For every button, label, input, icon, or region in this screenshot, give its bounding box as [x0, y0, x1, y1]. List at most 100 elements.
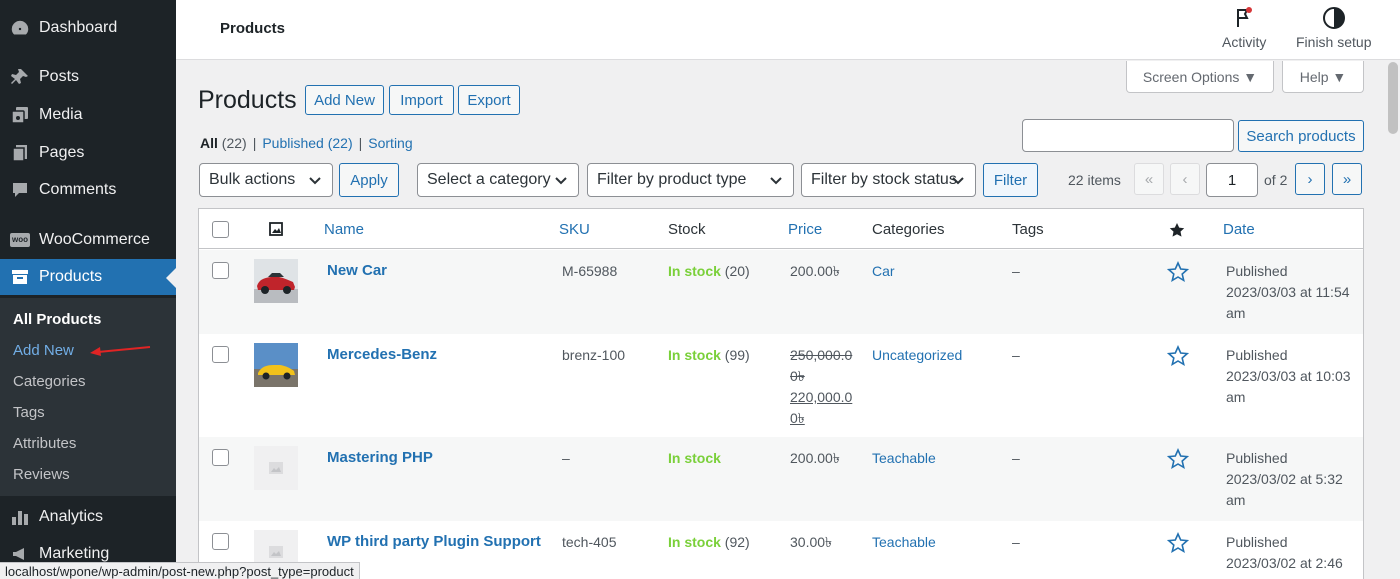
filter-button[interactable]: Filter: [983, 163, 1038, 197]
row-checkbox[interactable]: [212, 449, 229, 466]
category-value: Select a category: [427, 171, 551, 188]
product-type-select[interactable]: Filter by product type: [587, 163, 794, 197]
column-name[interactable]: Name: [324, 221, 364, 238]
submenu-all-products[interactable]: All Products: [13, 311, 101, 328]
finish-setup-button[interactable]: Finish setup: [1296, 6, 1371, 50]
menu-comments[interactable]: Comments: [0, 172, 176, 208]
separator: |: [252, 135, 257, 151]
menu-dashboard-label: Dashboard: [39, 19, 118, 36]
next-page-button[interactable]: ›: [1295, 163, 1325, 195]
status-all-count: (22): [221, 135, 247, 151]
status-filter-links: All (22) | Published (22) | Sorting: [200, 135, 413, 151]
star-outline-icon[interactable]: [1167, 261, 1189, 283]
menu-posts-label: Posts: [39, 68, 80, 85]
price-cell: 30.00৳: [790, 534, 833, 550]
browser-status-url: localhost/wpone/wp-admin/post-new.php?po…: [0, 562, 360, 579]
menu-posts[interactable]: Posts: [0, 59, 176, 95]
woocommerce-header: Products Activity Finish setup: [176, 0, 1400, 60]
pages-icon: [9, 142, 31, 164]
status-published-count: (22): [327, 135, 353, 151]
scrollbar-thumb[interactable]: [1388, 62, 1398, 134]
menu-media[interactable]: Media: [0, 97, 176, 133]
archive-icon: [9, 266, 31, 288]
image-placeholder-icon: [269, 546, 283, 558]
category-link[interactable]: Teachable: [872, 532, 936, 553]
activity-button[interactable]: Activity: [1222, 6, 1266, 50]
menu-pages[interactable]: Pages: [0, 135, 176, 171]
last-page-button[interactable]: »: [1332, 163, 1362, 195]
export-button[interactable]: Export: [458, 85, 520, 115]
activity-label: Activity: [1222, 34, 1267, 50]
tags-cell: –: [1012, 534, 1020, 550]
add-new-button[interactable]: Add New: [305, 85, 384, 115]
submenu-add-new[interactable]: Add New: [13, 342, 74, 359]
product-thumbnail[interactable]: [254, 259, 298, 303]
date-cell: Published 2023/03/02 at 2:46: [1226, 534, 1343, 571]
dashboard-icon: [9, 17, 31, 39]
menu-analytics[interactable]: Analytics: [0, 499, 176, 535]
sorting-link[interactable]: Sorting: [368, 135, 412, 151]
bar-chart-icon: [9, 506, 31, 528]
row-checkbox[interactable]: [212, 346, 229, 363]
star-outline-icon[interactable]: [1167, 448, 1189, 470]
first-page-button[interactable]: «: [1134, 163, 1164, 195]
product-type-value: Filter by product type: [597, 171, 747, 188]
menu-woocommerce[interactable]: woo WooCommerce: [0, 222, 176, 258]
items-count: 22 items: [1068, 172, 1121, 188]
menu-marketing-label: Marketing: [39, 545, 110, 562]
search-products-button[interactable]: Search products: [1238, 120, 1364, 152]
product-name-link[interactable]: WP third party Plugin Support: [327, 533, 541, 550]
submenu-tags[interactable]: Tags: [13, 404, 45, 421]
bulk-actions-select[interactable]: Bulk actions: [199, 163, 333, 197]
sku-cell: –: [562, 450, 570, 466]
status-all-link[interactable]: All: [200, 135, 218, 151]
column-sku[interactable]: SKU: [559, 221, 590, 238]
table-row: WP third party Plugin Support tech-405 I…: [199, 521, 1363, 579]
products-table: Name SKU Stock Price Categories Tags Dat…: [198, 208, 1364, 579]
row-checkbox[interactable]: [212, 262, 229, 279]
column-date[interactable]: Date: [1223, 221, 1255, 238]
submenu-reviews[interactable]: Reviews: [13, 466, 70, 483]
product-search-input[interactable]: [1022, 119, 1234, 152]
prev-page-button[interactable]: ‹: [1170, 163, 1200, 195]
category-link[interactable]: Uncategorized: [872, 345, 962, 366]
bulk-actions-value: Bulk actions: [209, 171, 296, 188]
stock-status-select[interactable]: Filter by stock status: [801, 163, 976, 197]
sku-cell: M-65988: [562, 263, 618, 279]
sku-cell: tech-405: [562, 534, 617, 550]
submenu-categories[interactable]: Categories: [13, 373, 86, 390]
product-thumbnail[interactable]: [254, 343, 298, 387]
page-scrollbar[interactable]: [1386, 60, 1400, 579]
image-icon: [269, 222, 283, 236]
import-button[interactable]: Import: [389, 85, 454, 115]
menu-dashboard[interactable]: Dashboard: [0, 10, 176, 46]
star-outline-icon[interactable]: [1167, 345, 1189, 367]
product-name-link[interactable]: New Car: [327, 262, 387, 279]
table-row: Mastering PHP – In stock 200.00৳ Teachab…: [199, 437, 1363, 521]
menu-products[interactable]: Products: [0, 259, 176, 295]
column-price[interactable]: Price: [788, 221, 822, 238]
current-page-input[interactable]: 1: [1206, 163, 1258, 197]
status-published-link[interactable]: Published: [262, 135, 324, 151]
column-stock: Stock: [668, 221, 706, 238]
screen-options-tab[interactable]: Screen Options ▼: [1126, 61, 1274, 93]
date-cell: Published 2023/03/02 at 5:32 am: [1226, 450, 1343, 508]
row-checkbox[interactable]: [212, 533, 229, 550]
pin-icon: [9, 66, 31, 88]
menu-woocommerce-label: WooCommerce: [39, 231, 150, 248]
apply-button[interactable]: Apply: [339, 163, 399, 197]
category-link[interactable]: Teachable: [872, 448, 936, 469]
table-row: Mercedes-Benz brenz-100 In stock (99) 25…: [199, 334, 1363, 437]
category-select[interactable]: Select a category: [417, 163, 579, 197]
featured-star-icon[interactable]: [1169, 222, 1185, 238]
product-name-link[interactable]: Mercedes-Benz: [327, 346, 437, 363]
submenu-attributes[interactable]: Attributes: [13, 435, 76, 452]
placeholder-thumbnail[interactable]: [254, 446, 298, 490]
image-placeholder-icon: [269, 462, 283, 474]
help-tab[interactable]: Help ▼: [1282, 61, 1364, 93]
star-outline-icon[interactable]: [1167, 532, 1189, 554]
category-link[interactable]: Car: [872, 261, 895, 282]
select-all-checkbox[interactable]: [212, 221, 229, 238]
menu-analytics-label: Analytics: [39, 508, 104, 525]
product-name-link[interactable]: Mastering PHP: [327, 449, 433, 466]
